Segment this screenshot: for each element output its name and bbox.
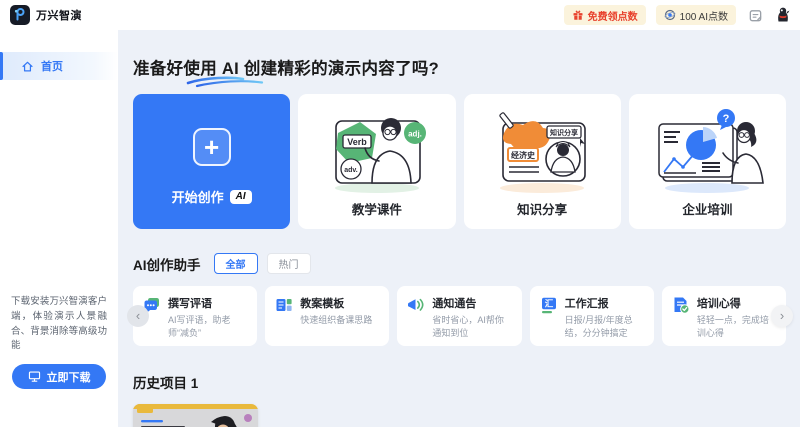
page-title: 准备好使用 AI 创建精彩的演示内容了吗? <box>133 55 786 79</box>
assistant-card-title: 培训心得 <box>697 295 777 311</box>
presentory-logo-glyph <box>13 8 27 22</box>
assistant-card-subtitle: 快速组织备课思路 <box>300 314 372 327</box>
sidebar: 首页 下载安装万兴智演客户端，体验演示人景融合、背景消除等高级功能 立即下载 <box>0 30 118 427</box>
assistant-card-text: 教案模板 快速组织备课思路 <box>300 295 372 327</box>
ai-points-label: 100 AI点数 <box>680 8 728 23</box>
start-create-card[interactable]: + 开始创作 AI <box>133 94 290 229</box>
assistant-section-header: AI创作助手 全部 热门 <box>133 253 786 274</box>
assistant-card-subtitle: 省时省心，AI帮你通知到位 <box>432 314 512 340</box>
app-window: 万兴智演 免费领点数 100 AI点数 <box>0 0 800 427</box>
chevron-right-icon: › <box>780 308 784 323</box>
assistant-card-text: 通知通告 省时省心，AI帮你通知到位 <box>432 295 512 340</box>
ai-badge: AI <box>230 190 252 204</box>
title-pre: 准备好 <box>133 60 183 78</box>
svg-text:adv.: adv. <box>344 167 358 174</box>
gift-icon <box>572 9 584 21</box>
topbar-actions: 免费领点数 100 AI点数 <box>564 5 792 25</box>
points-coin-icon <box>664 9 676 21</box>
layout-template-icon <box>275 296 293 314</box>
svg-text:经济史: 经济史 <box>511 150 536 160</box>
free-points-badge[interactable]: 免费领点数 <box>564 5 646 25</box>
assistant-cards-row: ‹ 撰写评语 AI写评语，助老师“减负” <box>133 286 786 346</box>
assistant-card-comments[interactable]: 撰写评语 AI写评语，助老师“减负” <box>133 286 257 346</box>
assistant-card-text: 撰写评语 AI写评语，助老师“减负” <box>168 295 248 340</box>
user-avatar[interactable] <box>774 6 792 24</box>
scenario-card-teaching-label: 教学课件 <box>352 199 402 218</box>
monitor-download-icon <box>28 370 41 383</box>
assistant-card-announcement[interactable]: 通知通告 省时省心，AI帮你通知到位 <box>397 286 521 346</box>
scenario-card-knowledge-label: 知识分享 <box>517 199 567 218</box>
svg-text:?: ? <box>723 113 730 125</box>
sidebar-item-home[interactable]: 首页 <box>0 52 118 80</box>
assistant-card-subtitle: 日报/月报/年度总结，分分钟搞定 <box>565 314 645 340</box>
tab-all[interactable]: 全部 <box>214 253 258 274</box>
assistant-card-subtitle: 轻轻一点，完成培训心得 <box>697 314 777 340</box>
scenario-cards-row: + 开始创作 AI Verb adj. adv. <box>133 94 786 229</box>
svg-text:adj.: adj. <box>408 130 422 139</box>
svg-text:Verb: Verb <box>347 137 367 147</box>
free-points-label: 免费领点数 <box>588 8 638 23</box>
knowledge-illustration: 知识分享 经济史 <box>481 101 603 197</box>
assistant-card-title: 教案模板 <box>300 295 372 311</box>
assistant-tabs: 全部 热门 <box>214 253 311 274</box>
assistant-card-subtitle: AI写评语，助老师“减负” <box>168 314 248 340</box>
app-name: 万兴智演 <box>36 7 82 23</box>
assistant-section-title: AI创作助手 <box>133 254 201 274</box>
assistant-card-text: 工作汇报 日报/月报/年度总结，分分钟搞定 <box>565 295 645 340</box>
start-create-label: 开始创作 <box>172 187 224 206</box>
start-create-label-row: 开始创作 AI <box>172 187 252 206</box>
ai-points-badge[interactable]: 100 AI点数 <box>656 5 736 25</box>
teaching-illustration: Verb adj. adv. <box>316 101 438 197</box>
chevron-left-icon: ‹ <box>136 308 140 323</box>
scenario-card-teaching[interactable]: Verb adj. adv. 教学课件 <box>298 94 455 229</box>
app-logo-icon <box>10 5 30 25</box>
plus-icon: + <box>193 128 231 166</box>
scenario-card-knowledge[interactable]: 知识分享 经济史 知识分享 <box>464 94 621 229</box>
assistant-card-training-notes[interactable]: 培训心得 轻轻一点，完成培训心得 <box>662 286 786 346</box>
assistant-card-text: 培训心得 轻轻一点，完成培训心得 <box>697 295 777 340</box>
top-header: 万兴智演 免费领点数 100 AI点数 <box>0 0 800 30</box>
assistant-card-title: 工作汇报 <box>565 295 645 311</box>
scroll-right-button[interactable]: › <box>771 305 793 327</box>
download-button-label: 立即下载 <box>47 369 91 385</box>
megaphone-icon <box>407 296 425 314</box>
report-icon: 汇 <box>540 296 558 314</box>
title-underline-swoosh <box>185 76 265 88</box>
main-content: 准备好使用 AI 创建精彩的演示内容了吗? + 开始创作 AI <box>118 30 800 427</box>
assistant-card-title: 撰写评语 <box>168 295 248 311</box>
project-slide-preview: ai-bot.cn AI工具集 <box>133 404 258 427</box>
svg-text:汇: 汇 <box>544 299 553 309</box>
brand: 万兴智演 <box>10 5 82 25</box>
scenario-card-training[interactable]: ? 企业培训 <box>629 94 786 229</box>
history-section-title: 历史项目 1 <box>133 372 786 392</box>
feedback-icon[interactable] <box>746 6 764 24</box>
assistant-card-title: 通知通告 <box>432 295 512 311</box>
assistant-card-lesson-template[interactable]: 教案模板 快速组织备课思路 <box>265 286 389 346</box>
document-check-icon <box>672 296 690 314</box>
scroll-left-button[interactable]: ‹ <box>127 305 149 327</box>
sidebar-home-label: 首页 <box>41 58 63 74</box>
svg-text:知识分享: 知识分享 <box>549 128 578 137</box>
download-button[interactable]: 立即下载 <box>12 364 106 389</box>
tab-popular[interactable]: 热门 <box>267 253 311 274</box>
download-promo: 下载安装万兴智演客户端，体验演示人景融合、背景消除等高级功能 立即下载 <box>0 295 118 389</box>
assistant-card-work-report[interactable]: 汇 工作汇报 日报/月报/年度总结，分分钟搞定 <box>530 286 654 346</box>
training-illustration: ? <box>646 101 768 197</box>
title-post: 创建精彩的演示内容了吗? <box>239 60 439 78</box>
scenario-card-training-label: 企业培训 <box>682 199 732 218</box>
home-icon <box>21 60 34 73</box>
download-promo-text: 下载安装万兴智演客户端，体验演示人景融合、背景消除等高级功能 <box>11 295 107 354</box>
history-project-thumbnail[interactable]: ai-bot.cn AI工具集 <box>133 404 258 427</box>
